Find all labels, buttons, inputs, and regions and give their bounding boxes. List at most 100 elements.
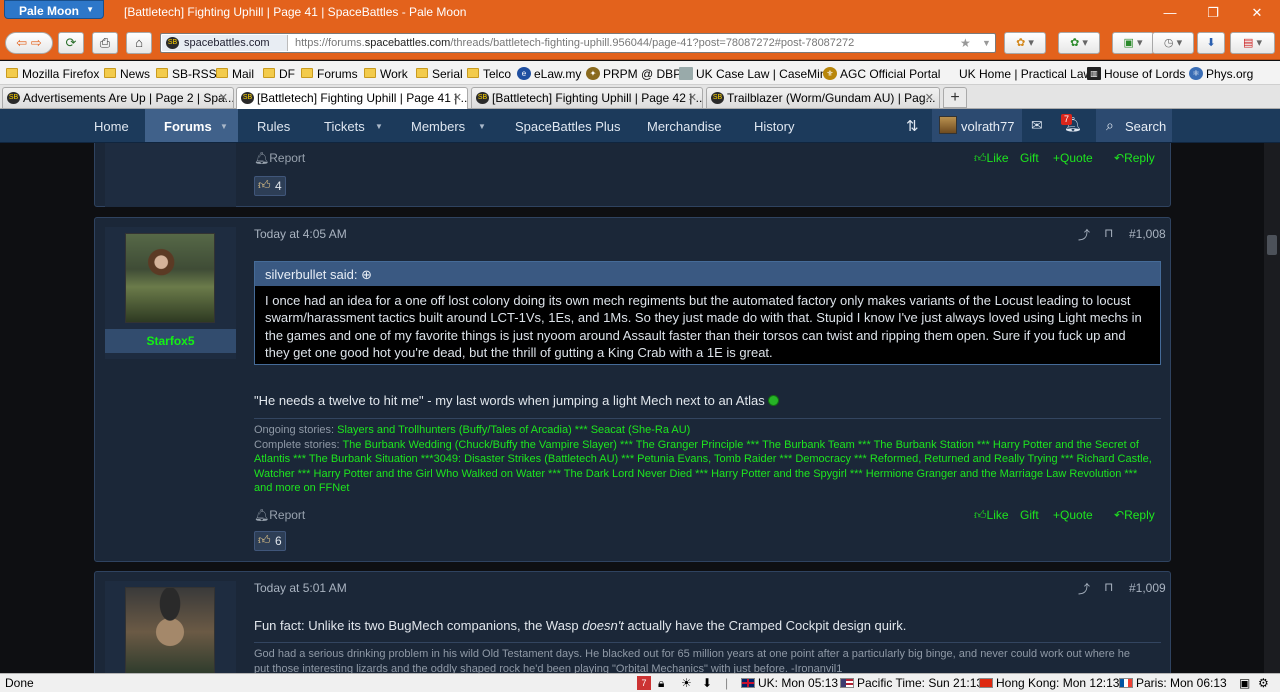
tab-fighting-uphill-41[interactable]: SB [Battletech] Fighting Uphill | Page 41… bbox=[236, 87, 468, 109]
inbox-icon[interactable]: ✉ bbox=[1031, 117, 1043, 134]
nav-home[interactable]: Home bbox=[94, 119, 129, 134]
new-tab-button[interactable]: + bbox=[943, 87, 967, 108]
url-dropdown-icon[interactable]: ▼ bbox=[982, 38, 991, 48]
text-size-icon[interactable]: ⇅ bbox=[906, 117, 919, 135]
report-link[interactable]: 🔔︎Report bbox=[254, 508, 305, 522]
gift-button[interactable]: Gift bbox=[1020, 508, 1039, 522]
like-button[interactable]: 👍︎Like bbox=[974, 151, 1009, 166]
sig-link[interactable]: and more on FFNet bbox=[254, 481, 1161, 496]
reply-button[interactable]: ↶Reply bbox=[1114, 151, 1155, 165]
bookmark-item[interactable]: UK Home | Practical Law bbox=[941, 67, 1092, 81]
clock-hongkong: Hong Kong: Mon 12:13 bbox=[979, 676, 1119, 690]
post-timestamp[interactable]: Today at 4:05 AM bbox=[254, 227, 347, 241]
bookmark-item[interactable]: Mozilla Firefox bbox=[4, 67, 99, 81]
close-tab-icon[interactable]: ✕ bbox=[219, 91, 228, 104]
share-icon[interactable]: ⤴ bbox=[1078, 226, 1090, 243]
bookmark-item[interactable]: News bbox=[102, 67, 150, 81]
sig-link[interactable]: Slayers and Trollhunters (Buffy/Tales of… bbox=[337, 424, 690, 436]
nav-tickets[interactable]: Tickets bbox=[324, 119, 365, 134]
scrollbar-thumb[interactable] bbox=[1267, 235, 1277, 255]
close-tab-icon[interactable]: ✕ bbox=[453, 91, 462, 104]
avatar[interactable] bbox=[125, 233, 215, 323]
gift-button[interactable]: Gift bbox=[1020, 151, 1039, 165]
bookmark-item[interactable]: Telco bbox=[465, 67, 511, 81]
home-button[interactable]: ⌂ bbox=[126, 32, 152, 54]
nav-history[interactable]: History bbox=[754, 119, 794, 134]
toolbar-addon-button-1[interactable]: ✿ ▾ bbox=[1004, 32, 1046, 54]
avatar[interactable] bbox=[125, 587, 215, 673]
tab-trailblazer[interactable]: SB Trailblazer (Worm/Gundam AU) | Pag... ✕ bbox=[706, 87, 940, 108]
lock-icon[interactable]: 🔒︎ bbox=[658, 676, 664, 691]
bookmark-item[interactable]: Mail bbox=[214, 67, 254, 81]
bookmark-item[interactable]: Forums bbox=[299, 67, 358, 81]
nav-spacebattles-plus[interactable]: SpaceBattles Plus bbox=[515, 119, 621, 134]
url-text[interactable]: https://forums.spacebattles.com/threads/… bbox=[295, 37, 854, 49]
bookmark-item[interactable]: Work bbox=[362, 67, 408, 81]
reply-button[interactable]: ↶Reply bbox=[1114, 508, 1155, 522]
news-button[interactable]: ▤ ▾ bbox=[1230, 32, 1275, 54]
circle-arrow-up-icon[interactable]: ⊕ bbox=[361, 267, 372, 282]
close-tab-icon[interactable]: ✕ bbox=[925, 91, 934, 104]
quote-header[interactable]: silverbullet said: ⊕ bbox=[255, 262, 1160, 286]
nav-forums[interactable]: Forums ▼ bbox=[145, 109, 238, 142]
downloads-status-icon[interactable]: ⬇ bbox=[702, 676, 712, 690]
post-number[interactable]: #1,008 bbox=[1129, 227, 1166, 241]
close-window-button[interactable]: ✕ bbox=[1247, 5, 1267, 21]
report-link[interactable]: 🔔︎Report bbox=[254, 151, 305, 165]
tab-fighting-uphill-42[interactable]: SB [Battletech] Fighting Uphill | Page 42… bbox=[471, 87, 703, 108]
quote-button[interactable]: +Quote bbox=[1053, 151, 1093, 165]
downloads-button[interactable]: ⬇ bbox=[1197, 32, 1225, 54]
chevron-down-icon[interactable]: ▼ bbox=[375, 122, 383, 131]
nav-members[interactable]: Members bbox=[411, 119, 465, 134]
sig-link[interactable]: Atlantis *** The Burbank Situation ***30… bbox=[254, 452, 1161, 467]
bookmark-icon[interactable]: ⊓ bbox=[1104, 226, 1113, 240]
maximize-button[interactable]: ❐ bbox=[1203, 5, 1223, 21]
chevron-down-icon[interactable]: ▼ bbox=[478, 122, 486, 131]
history-button[interactable]: ◷ ▾ bbox=[1152, 32, 1194, 54]
post-number[interactable]: #1,009 bbox=[1129, 581, 1166, 595]
like-button[interactable]: 👍︎Like bbox=[974, 508, 1009, 523]
bookmark-item[interactable]: Serial bbox=[414, 67, 463, 81]
close-tab-icon[interactable]: ✕ bbox=[688, 91, 697, 104]
bookmark-item[interactable]: ⚜ AGC Official Portal bbox=[822, 67, 940, 81]
reaction-summary[interactable]: 👍︎ 6 bbox=[254, 531, 286, 551]
tab-advertisements[interactable]: SB Advertisements Are Up | Page 2 | Spa..… bbox=[2, 87, 234, 108]
addon-status-icon[interactable]: ▣ bbox=[1239, 676, 1250, 690]
chevron-down-icon[interactable]: ▼ bbox=[220, 122, 228, 131]
back-forward-buttons[interactable]: ⇦ ⇨ bbox=[5, 32, 53, 54]
toolbar-addon-button-3[interactable]: ▣ ▾ bbox=[1112, 32, 1154, 54]
user-menu[interactable]: volrath77 bbox=[932, 109, 1022, 142]
bookmark-item[interactable]: UK Case Law | CaseMine bbox=[678, 67, 833, 81]
back-arrow-icon[interactable]: ⇦ bbox=[16, 35, 27, 50]
minimize-button[interactable]: — bbox=[1160, 5, 1180, 20]
bookmark-icon[interactable]: ⊓ bbox=[1104, 580, 1113, 594]
site-identity[interactable]: SB spacebattles.com bbox=[162, 35, 288, 51]
url-bar[interactable]: SB spacebattles.com https://forums.spaceb… bbox=[160, 33, 996, 53]
post-timestamp[interactable]: Today at 5:01 AM bbox=[254, 581, 347, 595]
forward-arrow-icon[interactable]: ⇨ bbox=[31, 35, 42, 50]
share-icon[interactable]: ⤴ bbox=[1078, 580, 1090, 597]
quote-button[interactable]: +Quote bbox=[1053, 508, 1093, 522]
bookmark-item[interactable]: ▥ House of Lords bbox=[1086, 67, 1185, 81]
search-button[interactable]: ⌕ Search bbox=[1096, 109, 1172, 142]
app-menu-button[interactable]: Pale Moon ▼ bbox=[4, 0, 104, 19]
post-author[interactable]: Starfox5 bbox=[105, 329, 236, 353]
reload-button[interactable]: ⟳ bbox=[58, 32, 84, 54]
bookmark-item[interactable]: ⚛ Phys.org bbox=[1188, 67, 1253, 81]
bookmark-item[interactable]: DF bbox=[261, 67, 295, 81]
addon-status-icon[interactable]: ⚙ bbox=[1258, 676, 1269, 690]
bookmark-item[interactable]: e eLaw.my bbox=[516, 67, 581, 81]
toolbar-addon-button-2[interactable]: ✿ ▾ bbox=[1058, 32, 1100, 54]
page-scrollbar[interactable] bbox=[1264, 143, 1280, 673]
bookmark-item[interactable]: SB-RSS bbox=[154, 67, 217, 81]
print-button[interactable]: ⎙ bbox=[92, 32, 118, 54]
sig-link[interactable]: Watcher *** Harry Potter and the Girl Wh… bbox=[254, 467, 1161, 482]
sig-link[interactable]: The Burbank Wedding (Chuck/Buffy the Vam… bbox=[342, 439, 1139, 451]
bookmark-item[interactable]: ✦ PRPM @ DBP bbox=[585, 67, 681, 81]
bookmark-star-icon[interactable]: ★ bbox=[960, 36, 971, 50]
nav-rules[interactable]: Rules bbox=[257, 119, 290, 134]
addon-icon[interactable]: ☀ bbox=[681, 676, 692, 690]
nav-merchandise[interactable]: Merchandise bbox=[647, 119, 721, 134]
addon-badge[interactable]: 7 bbox=[637, 676, 651, 690]
reaction-summary[interactable]: 👍︎ 4 bbox=[254, 176, 286, 196]
